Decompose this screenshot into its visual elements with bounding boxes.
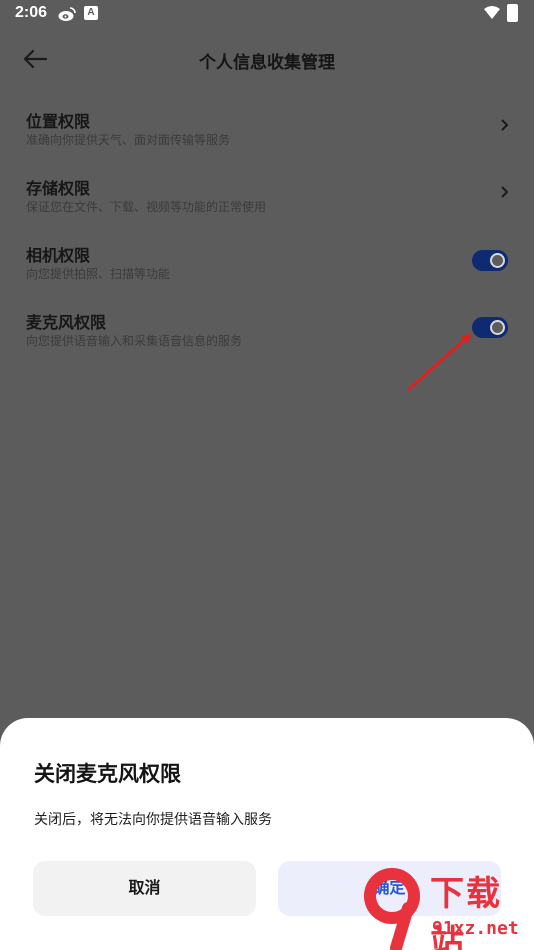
watermark-url: 91xz.net [432,918,519,939]
watermark: 下载站 91xz.net [362,860,534,950]
dialog-title: 关闭麦克风权限 [34,763,181,786]
dialog-message: 关闭后，将无法向你提供语音输入服务 [34,811,272,827]
watermark-logo-icon [364,868,420,950]
annotation-arrow-toggle [407,333,472,392]
cancel-button[interactable]: 取消 [33,861,256,916]
